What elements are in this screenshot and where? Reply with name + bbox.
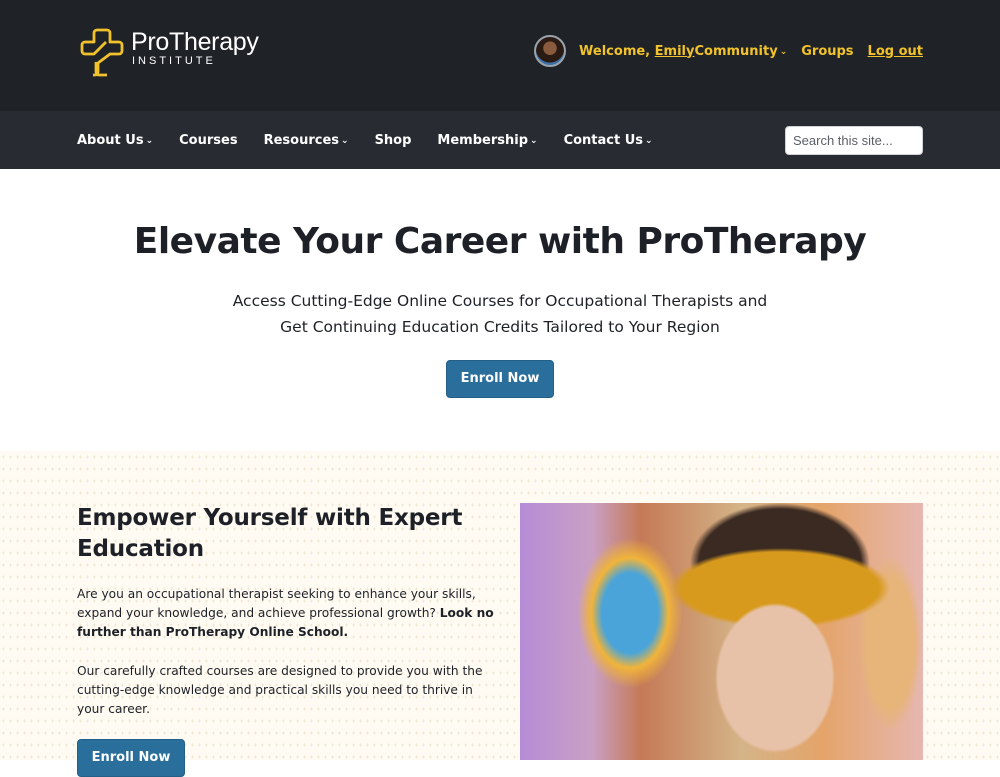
search-input[interactable] (785, 126, 923, 155)
section-paragraph-2: Our carefully crafted courses are design… (77, 664, 483, 716)
section-enroll-button[interactable]: Enroll Now (77, 739, 185, 777)
nav-item-resources[interactable]: Resources ⌄ (264, 133, 349, 148)
user-nav: Welcome, Emily Community ⌄ Groups Log out (534, 35, 923, 67)
logout-link[interactable]: Log out (868, 44, 923, 59)
welcome-prefix: Welcome, (579, 43, 655, 59)
site-header: ProTherapy INSTITUTE Welcome, Emily Comm… (0, 0, 1000, 111)
section-title: Empower Yourself with Expert Education (77, 505, 463, 562)
nav-label: Contact Us (563, 132, 644, 148)
hero-section: Elevate Your Career with ProTherapy Acce… (0, 169, 1000, 451)
hero-photo (520, 503, 923, 760)
nav-label: Courses (179, 132, 238, 148)
nav-label: About Us (77, 132, 144, 148)
nav-label: Membership (437, 132, 529, 148)
chevron-down-icon: ⌄ (145, 135, 154, 146)
nav-item-about-us[interactable]: About Us ⌄ (77, 133, 153, 148)
hero-enroll-button[interactable]: Enroll Now (446, 360, 554, 398)
nav-item-contact-us[interactable]: Contact Us ⌄ (564, 133, 653, 148)
chevron-down-icon: ⌄ (779, 46, 788, 57)
hero-subtitle: Access Cutting-Edge Online Courses for O… (0, 288, 1000, 340)
nav-item-courses[interactable]: Courses (179, 133, 237, 148)
user-name-link[interactable]: Emily (655, 44, 695, 59)
nav-label: Resources (263, 132, 340, 148)
nav-item-shop[interactable]: Shop (375, 133, 412, 148)
user-nav-community[interactable]: Community ⌄ (694, 44, 787, 59)
education-section: Empower Yourself with Expert Education A… (0, 451, 1000, 777)
main-nav: About Us ⌄ Courses Resources ⌄ Shop Member… (0, 111, 1000, 169)
logout-label: Log out (867, 43, 923, 59)
user-avatar[interactable] (534, 35, 567, 67)
user-nav-groups[interactable]: Groups (801, 44, 853, 59)
section-paragraph-1: Are you an occupational therapist seekin… (77, 585, 497, 642)
hero-title: Elevate Your Career with ProTherapy (133, 221, 867, 262)
paragraph-1-text: Are you an occupational therapist seekin… (77, 587, 476, 620)
cross-plus-icon (80, 28, 124, 77)
welcome-text: Welcome, Emily (579, 44, 694, 59)
chevron-down-icon: ⌄ (645, 135, 653, 146)
chevron-down-icon: ⌄ (530, 135, 538, 146)
hero-subtitle-line-2: Get Continuing Education Credits Tailore… (280, 318, 720, 336)
nav-item-membership[interactable]: Membership ⌄ (437, 133, 537, 148)
community-label: Community (694, 43, 778, 59)
nav-label: Shop (374, 132, 412, 148)
chevron-down-icon: ⌄ (341, 135, 349, 146)
site-logo[interactable]: ProTherapy INSTITUTE (77, 27, 259, 77)
logo-name: ProTherapy (131, 28, 259, 56)
hero-subtitle-line-1: Access Cutting-Edge Online Courses for O… (232, 292, 768, 310)
